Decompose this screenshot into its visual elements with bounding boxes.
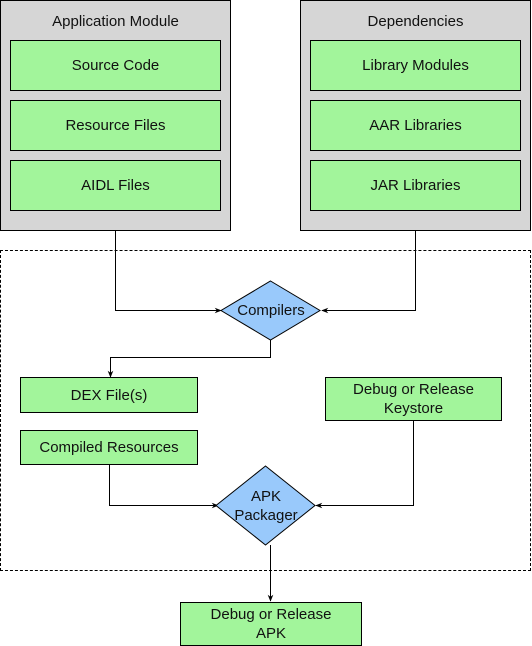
apk-packager-label-line1: APK — [250, 488, 281, 505]
output-apk-node[interactable]: Debug or Release APK — [180, 602, 362, 646]
edge-resources-to-packager — [109, 465, 219, 509]
dex-files-node[interactable]: DEX File(s) — [20, 377, 198, 413]
apk-packager-label-line2: Packager — [234, 507, 298, 524]
keystore-node[interactable]: Debug or Release Keystore — [325, 377, 502, 421]
connector-layer — [107, 231, 416, 602]
output-apk-label-line1: Debug or Release — [210, 606, 332, 623]
edge-dependencies-to-compilers — [321, 231, 416, 314]
edge-app-module-to-compilers — [115, 231, 222, 314]
compilers-label[interactable]: Compilers — [221, 300, 321, 321]
edge-keystore-to-packager — [315, 421, 414, 509]
keystore-label-line1: Debug or Release — [353, 381, 474, 398]
compiled-resources-node[interactable]: Compiled Resources — [20, 430, 198, 465]
output-apk-label-line2: APK — [255, 625, 286, 642]
apk-packager-label[interactable]: APK Packager — [216, 486, 316, 526]
edge-compilers-to-dex — [107, 340, 271, 378]
keystore-label-line2: Keystore — [383, 400, 444, 417]
